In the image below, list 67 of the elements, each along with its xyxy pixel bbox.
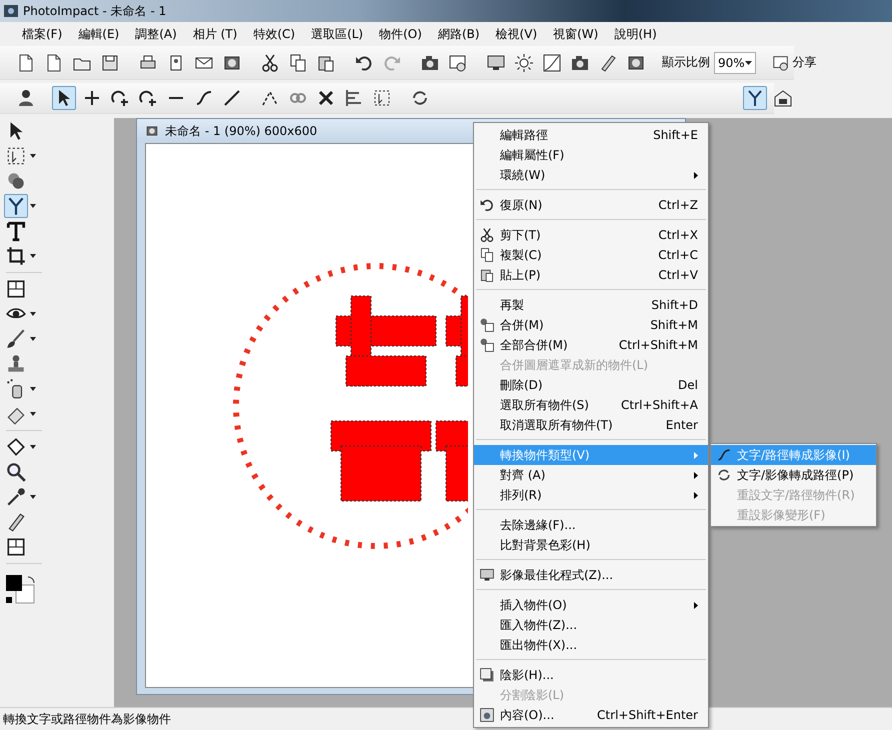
menu-item[interactable]: 編輯屬性(F) [474, 145, 708, 165]
text-tool-icon[interactable] [4, 219, 28, 243]
scissors-icon [479, 227, 495, 243]
dropdown-caret-icon[interactable] [30, 254, 36, 258]
menu-bar-item[interactable]: 網路(B) [430, 26, 488, 42]
menu-bar-item[interactable]: 調整(A) [127, 26, 185, 42]
menu-item[interactable]: 匯出物件(X)... [474, 635, 708, 655]
dropdown-caret-icon[interactable] [30, 445, 36, 449]
dropdown-caret-icon[interactable] [30, 495, 36, 499]
menu-item[interactable]: 插入物件(O) [474, 595, 708, 615]
merge-icon [479, 317, 495, 333]
menu-item[interactable]: 去除邊緣(F)... [474, 515, 708, 535]
menu-item[interactable]: 選取所有物件(S) Ctrl+Shift+A [474, 395, 708, 415]
menu-item[interactable]: 編輯路徑 Shift+E [474, 125, 708, 145]
menu-item[interactable]: 刪除(D) Del [474, 375, 708, 395]
shadow-icon [479, 667, 495, 683]
menu-item[interactable]: 取消選取所有物件(T) Enter [474, 415, 708, 435]
menu-item[interactable]: 合併(M) Shift+M [474, 315, 708, 335]
menu-item[interactable]: 剪下(T) Ctrl+X [474, 225, 708, 245]
menu-item[interactable]: 內容(O)... Ctrl+Shift+Enter [474, 705, 708, 725]
menu-item[interactable]: 全部合併(M) Ctrl+Shift+M [474, 335, 708, 355]
dropdown-caret-icon[interactable] [30, 387, 36, 391]
dropdown-caret-icon[interactable] [30, 154, 36, 158]
path-tool-icon[interactable] [4, 194, 28, 218]
menu-item[interactable]: 比對背景色彩(H) [474, 535, 708, 555]
undo-icon [479, 197, 495, 213]
status-text: 轉換文字或路徑物件為影像物件 [3, 710, 171, 728]
menu-item[interactable]: 影像最佳化程式(Z)... [474, 565, 708, 585]
menu-item[interactable]: 對齊 (A) [474, 465, 708, 485]
magnifier-icon[interactable] [4, 460, 28, 484]
document-title: 未命名 - 1 (90%) 600x600 [165, 122, 318, 140]
menu-item[interactable]: 複製(C) Ctrl+C [474, 245, 708, 265]
dropdown-caret-icon[interactable] [744, 60, 752, 64]
share-button[interactable]: 分享 [770, 54, 819, 72]
paste-icon [479, 267, 495, 283]
menu-bar-item[interactable]: 檔案(F) [14, 26, 70, 42]
menu-bar-item[interactable]: 編輯(E) [70, 26, 128, 42]
zoom-dropdown[interactable]: 90% [714, 52, 756, 74]
dropdown-caret-icon[interactable] [30, 412, 36, 416]
menu-item[interactable]: 復原(N) Ctrl+Z [474, 195, 708, 215]
menu-item[interactable]: 排列(R) [474, 485, 708, 505]
copy-icon [479, 247, 495, 263]
crop-icon[interactable] [4, 244, 28, 268]
path-tool-icon[interactable] [743, 86, 767, 110]
menu-bar-item[interactable]: 相片 (T) [184, 26, 246, 42]
merge-all-icon [479, 337, 495, 353]
app-icon [3, 3, 19, 19]
menu-bar-item[interactable]: 物件(O) [371, 26, 430, 42]
menu-item[interactable]: 貼上(P) Ctrl+V [474, 265, 708, 285]
path-to-image-icon [716, 447, 732, 463]
zoom-label: 顯示比例 [662, 54, 710, 71]
menu-item[interactable]: 陰影(H)... [474, 665, 708, 685]
menu-bar-item[interactable]: 特效(C) [245, 26, 304, 42]
menu-bar-item[interactable]: 說明(H) [606, 26, 665, 42]
menu-bar-item[interactable]: 視窗(W) [545, 26, 606, 42]
dropdown-caret-icon[interactable] [30, 312, 36, 316]
menu-item[interactable]: 匯入物件(Z)... [474, 615, 708, 635]
window-title: PhotoImpact - 未命名 - 1 [23, 2, 166, 20]
pointer-icon[interactable] [52, 86, 76, 110]
menu-item[interactable]: 文字/影像轉成路徑(P) [711, 465, 876, 485]
dropdown-caret-icon[interactable] [30, 204, 36, 208]
menu-item[interactable]: 環繞(W) [474, 165, 708, 185]
dropdown-caret-icon[interactable] [30, 337, 36, 341]
menu-bar-item[interactable]: 檢視(V) [488, 26, 546, 42]
menu-bar-item[interactable]: 選取區(L) [303, 26, 372, 42]
image-document-icon [145, 124, 159, 138]
menu-item[interactable]: 再製 Shift+D [474, 295, 708, 315]
